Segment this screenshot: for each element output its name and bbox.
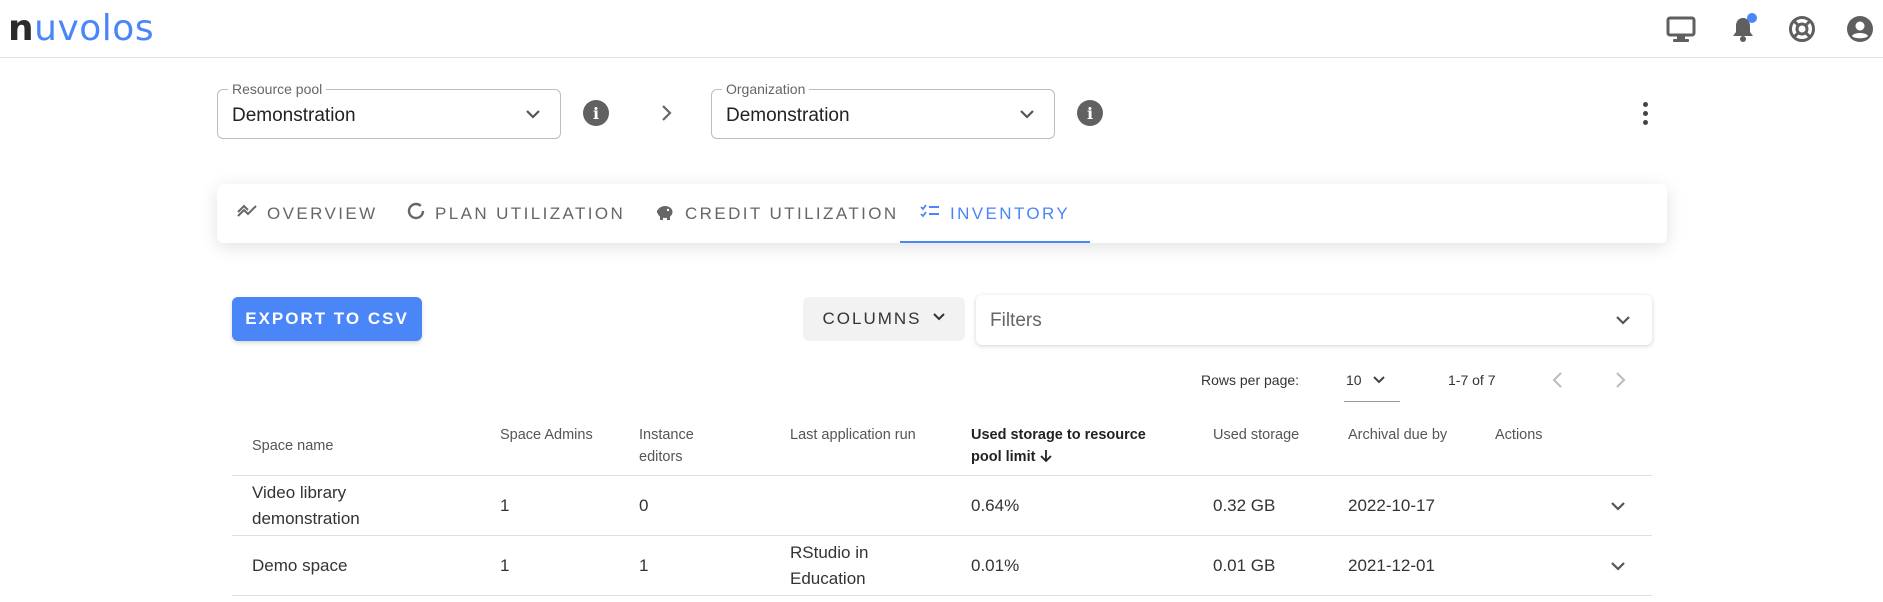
header-space-name[interactable]: Space name (252, 435, 333, 457)
filters-select[interactable]: Filters (976, 295, 1652, 345)
cell-last-run-line2: Education (790, 569, 866, 588)
header-used-limit-line1: Used storage to resource (971, 427, 1146, 443)
table-divider (232, 535, 1652, 536)
header-instance-editors-line1: Instance (639, 427, 694, 443)
nuvolos-logo[interactable]: nuvolos (8, 8, 154, 49)
cell-space-name: Video library demonstration (252, 480, 360, 532)
notification-dot (1747, 13, 1757, 23)
tab-plan-utilization-label: PLAN UTILIZATION (435, 203, 626, 223)
cell-used-storage: 0.01 GB (1213, 556, 1276, 575)
expand-row-chevron-icon[interactable] (1606, 494, 1630, 518)
filters-placeholder: Filters (990, 310, 1042, 331)
header-used-limit-line2: pool limit (971, 449, 1036, 465)
trending-icon (237, 203, 257, 224)
logo-letter: n (8, 8, 35, 49)
chevron-down-icon (1018, 105, 1036, 128)
resource-pool-select[interactable]: Resource pool Demonstration (217, 81, 561, 139)
organization-info-icon[interactable]: i (1077, 100, 1103, 126)
pagination-range: 1-7 of 7 (1448, 372, 1496, 388)
tab-credit-utilization[interactable]: CREDIT UTILIZATION (635, 184, 919, 243)
logo-text: uvolos (34, 8, 155, 49)
cell-archival-due: 2021-12-01 (1348, 556, 1435, 575)
header-instance-editors[interactable]: Instance editors (639, 424, 694, 468)
chevron-right-icon (658, 103, 674, 128)
header-used-storage[interactable]: Used storage (1213, 424, 1299, 446)
rows-per-page-value: 10 (1346, 372, 1362, 388)
tab-inventory[interactable]: INVENTORY (900, 184, 1091, 243)
donut-icon (407, 202, 425, 225)
organization-select[interactable]: Organization Demonstration (711, 81, 1055, 139)
chevron-down-icon (1371, 372, 1387, 393)
header-instance-editors-line2: editors (639, 449, 683, 465)
sort-arrow-down-icon (1039, 449, 1053, 465)
tab-overview-label: OVERVIEW (267, 203, 378, 223)
cell-instance-editors: 1 (639, 556, 649, 575)
resource-pool-label: Resource pool (228, 81, 327, 97)
cell-space-name: Demo space (252, 556, 348, 575)
cell-space-admins: 1 (500, 556, 510, 575)
export-to-csv-button[interactable]: EXPORT TO CSV (232, 297, 422, 341)
help-lifebuoy-icon[interactable] (1786, 13, 1818, 45)
header-space-admins[interactable]: Space Admins (500, 424, 593, 446)
piggy-bank-icon (655, 202, 675, 225)
table-divider (232, 475, 1652, 476)
header-used-storage-to-limit[interactable]: Used storage to resource pool limit (971, 424, 1146, 468)
tab-credit-utilization-label: CREDIT UTILIZATION (685, 203, 899, 223)
header-last-application-run[interactable]: Last application run (790, 424, 916, 446)
table-divider (232, 595, 1652, 596)
tab-overview[interactable]: OVERVIEW (217, 184, 398, 243)
rows-per-page-label: Rows per page: (1201, 372, 1300, 388)
cell-last-application-run: RStudio in Education (790, 540, 868, 592)
organization-label: Organization (722, 81, 810, 97)
checklist-icon (920, 203, 940, 224)
cell-used-to-limit: 0.01% (971, 556, 1020, 575)
desktop-icon[interactable] (1665, 13, 1697, 45)
resource-pool-info-icon[interactable]: i (583, 100, 609, 126)
cell-used-to-limit: 0.64% (971, 496, 1020, 515)
header-actions: Actions (1495, 427, 1543, 443)
next-page-icon[interactable] (1606, 366, 1634, 394)
more-options-icon[interactable] (1633, 98, 1657, 128)
columns-label: COLUMNS (822, 309, 922, 328)
cell-space-admins: 1 (500, 496, 510, 515)
tab-inventory-label: INVENTORY (950, 203, 1071, 223)
cell-space-name-line2: demonstration (252, 509, 360, 528)
resource-pool-value: Demonstration (232, 105, 356, 126)
notifications-bell-icon[interactable] (1727, 13, 1759, 45)
cell-last-run-line1: RStudio in (790, 543, 869, 562)
cell-archival-due: 2022-10-17 (1348, 496, 1435, 515)
organization-value: Demonstration (726, 105, 850, 126)
cell-space-name-line1: Video library (252, 483, 347, 502)
chevron-down-icon (932, 309, 946, 329)
cell-used-storage: 0.32 GB (1213, 496, 1276, 515)
previous-page-icon[interactable] (1544, 366, 1572, 394)
app-bar: nuvolos (0, 0, 1883, 58)
expand-row-chevron-icon[interactable] (1606, 554, 1630, 578)
cell-instance-editors: 0 (639, 496, 649, 515)
tab-plan-utilization[interactable]: PLAN UTILIZATION (387, 184, 645, 243)
account-circle-icon[interactable] (1844, 13, 1876, 45)
rows-per-page-select[interactable]: 10 (1344, 364, 1400, 402)
header-archival-due-by[interactable]: Archival due by (1348, 424, 1447, 446)
tabs-bar: OVERVIEW PLAN UTILIZATION CREDIT UTILIZA… (217, 184, 1667, 243)
columns-button[interactable]: COLUMNS (803, 297, 965, 341)
chevron-down-icon (1614, 311, 1632, 334)
chevron-down-icon (524, 105, 542, 128)
